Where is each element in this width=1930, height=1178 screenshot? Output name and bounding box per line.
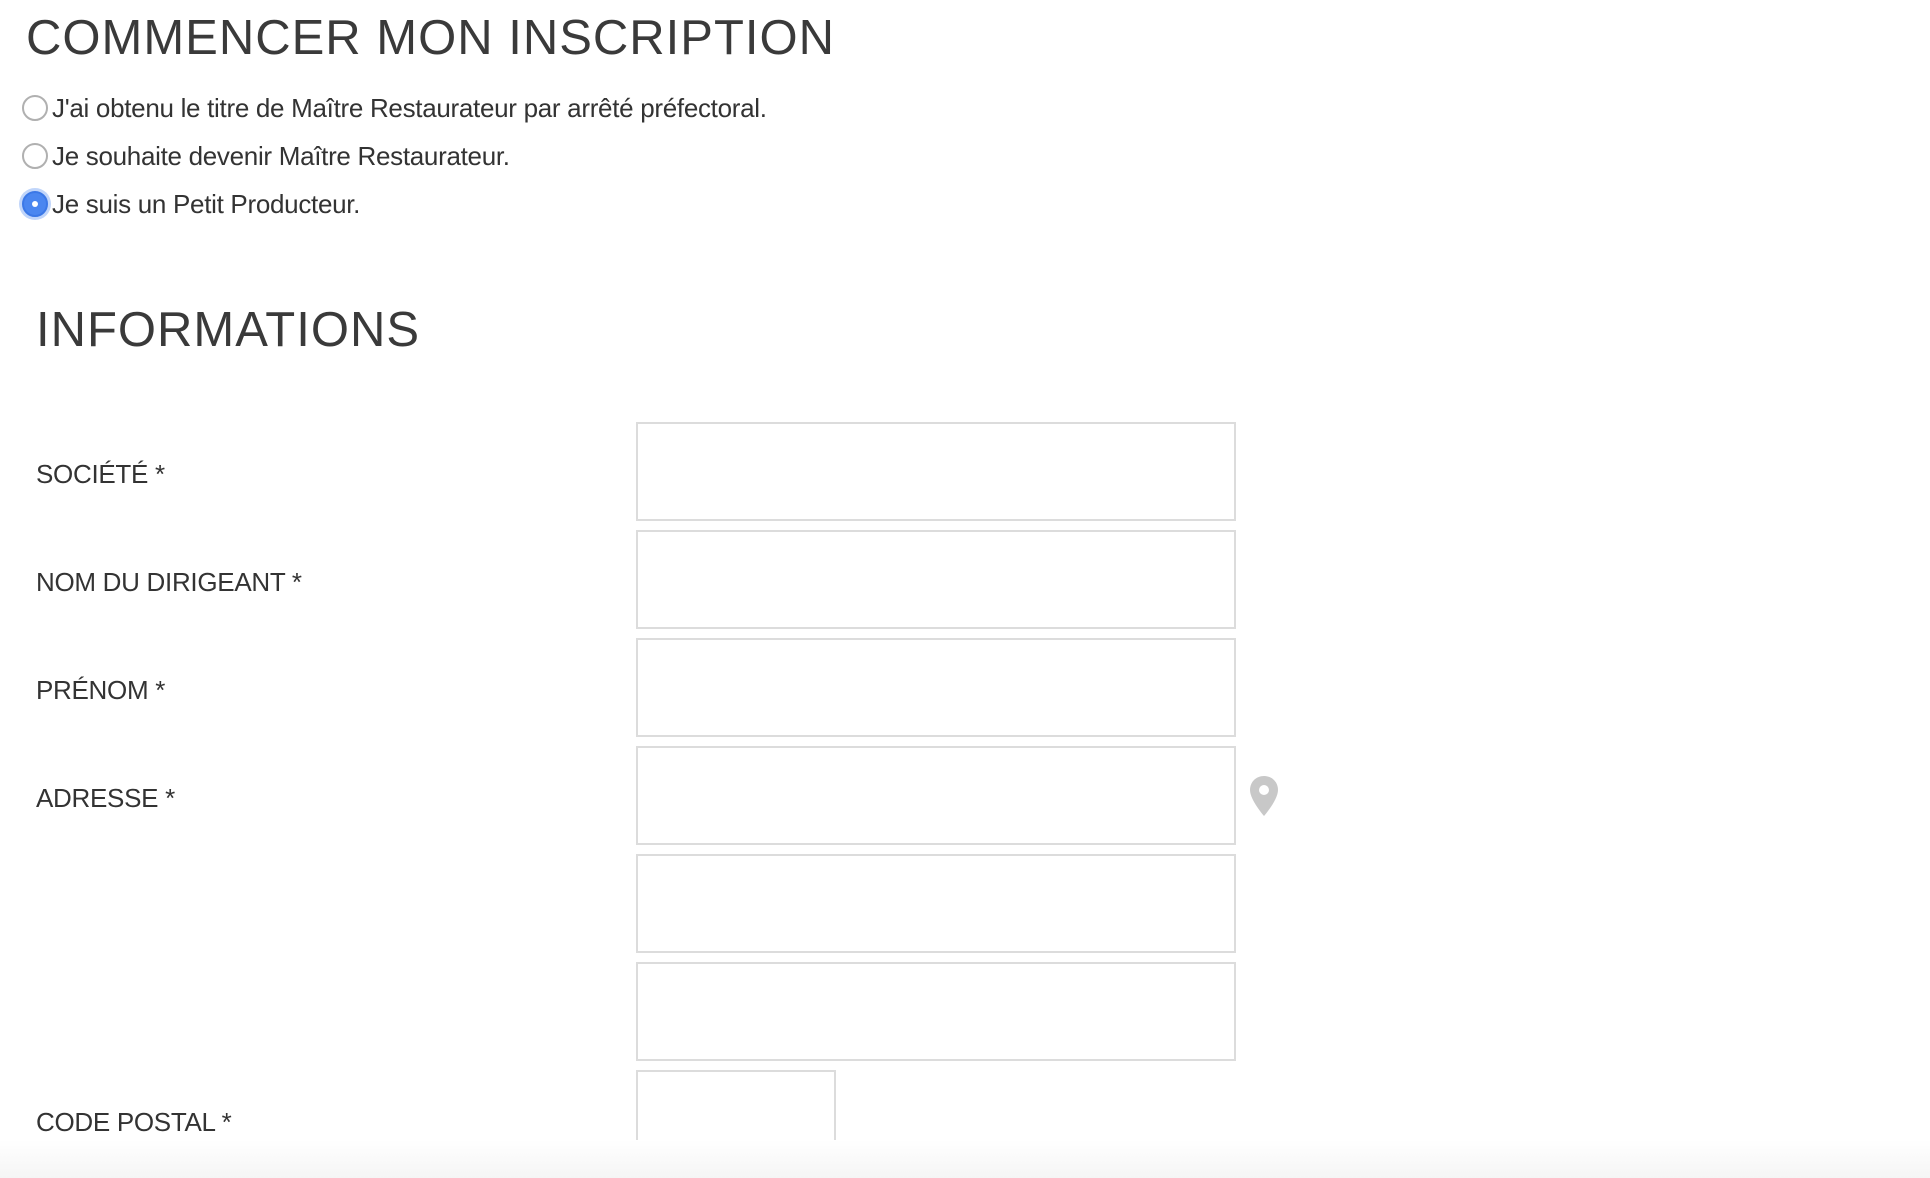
prenom-label: PRÉNOM * [36,675,166,705]
radio-label[interactable]: Je souhaite devenir Maître Restaurateur. [52,141,510,172]
radio-option-petit-producteur[interactable]: Je suis un Petit Producteur. [22,187,360,221]
nom-dirigeant-input[interactable] [636,530,1236,629]
code-postal-label: CODE POSTAL * [36,1107,232,1137]
radio-button-selected[interactable] [22,191,48,217]
adresse-label: ADRESSE * [36,783,175,813]
registration-page: COMMENCER MON INSCRIPTION J'ai obtenu le… [0,0,1930,1178]
location-pin-icon[interactable] [1249,775,1279,817]
radio-label[interactable]: J'ai obtenu le titre de Maître Restaurat… [52,93,767,124]
radio-option-devenir-maitre-restaurateur[interactable]: Je souhaite devenir Maître Restaurateur. [22,139,510,173]
radio-label[interactable]: Je suis un Petit Producteur. [52,189,360,220]
radio-option-maitre-restaurateur-obtenu[interactable]: J'ai obtenu le titre de Maître Restaurat… [22,91,767,125]
nom-dirigeant-label: NOM DU DIRIGEANT * [36,567,302,597]
page-title: COMMENCER MON INSCRIPTION [26,11,835,65]
radio-button[interactable] [22,95,48,121]
adresse-line2-input[interactable] [636,854,1236,953]
adresse-input[interactable] [636,746,1236,845]
societe-input[interactable] [636,422,1236,521]
prenom-input[interactable] [636,638,1236,737]
radio-button[interactable] [22,143,48,169]
section-title-informations: INFORMATIONS [36,303,421,357]
societe-label: SOCIÉTÉ * [36,459,165,489]
bottom-fade [0,1140,1930,1178]
adresse-line3-input[interactable] [636,962,1236,1061]
